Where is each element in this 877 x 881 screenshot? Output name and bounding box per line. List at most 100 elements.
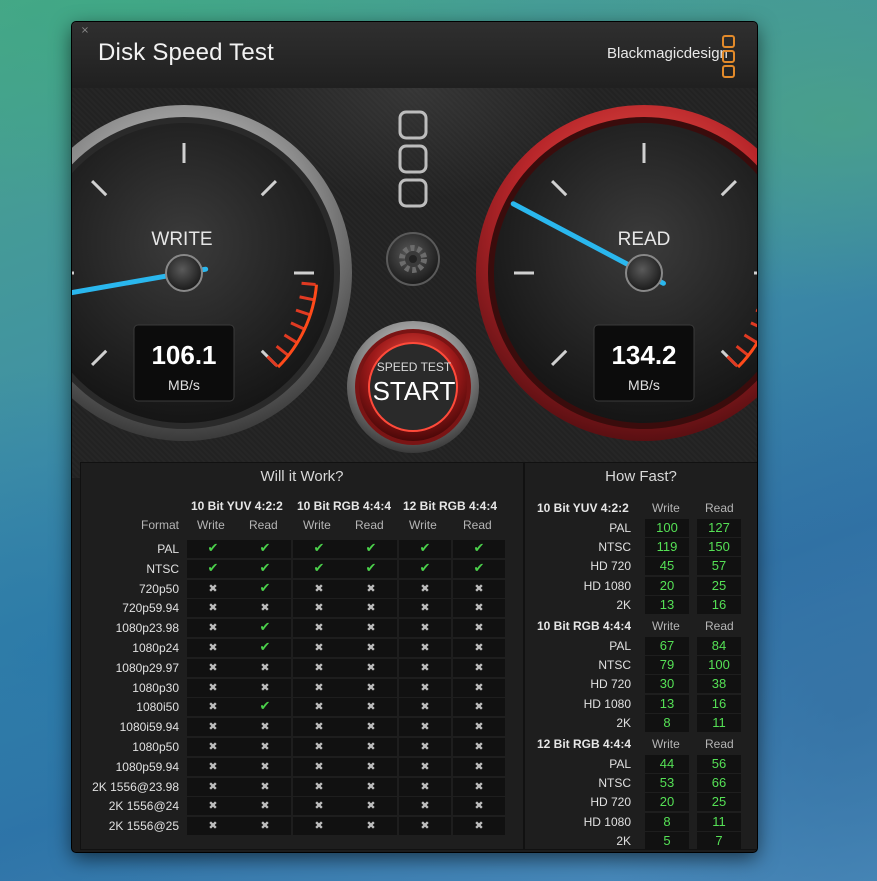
- write-gauge-label: WRITE: [151, 229, 212, 250]
- speed-read-header: Read: [705, 737, 734, 751]
- speed-format-label: NTSC: [598, 776, 631, 791]
- cross-icon: ✖: [293, 738, 345, 756]
- cross-icon: ✖: [239, 658, 291, 677]
- cross-icon: ✖: [453, 579, 505, 598]
- speed-write-value: 45: [645, 557, 689, 576]
- read-speed-value: 134.2: [611, 340, 676, 370]
- cross-icon: ✖: [239, 599, 291, 618]
- cross-icon: ✖: [239, 777, 291, 796]
- cross-icon: ✖: [293, 698, 345, 717]
- speed-write-value: 13: [645, 694, 689, 713]
- format-label: 1080i59.94: [119, 720, 179, 735]
- format-label: 1080i50: [136, 700, 179, 715]
- speed-format-label: NTSC: [598, 658, 631, 673]
- speed-write-value: 100: [645, 519, 689, 537]
- speed-read-header: Read: [705, 619, 734, 633]
- cross-icon: ✖: [345, 639, 397, 657]
- check-icon: ✔: [239, 698, 291, 717]
- cross-icon: ✖: [293, 718, 345, 737]
- read-gauge: READ 134.2 MB/s: [476, 105, 757, 441]
- cross-icon: ✖: [399, 639, 451, 657]
- will-it-work-title: Will it Work?: [260, 468, 344, 485]
- cross-icon: ✖: [399, 738, 451, 756]
- write-speed-unit: MB/s: [168, 377, 200, 393]
- check-icon: ✔: [453, 559, 505, 578]
- group-write-header: Write: [303, 518, 331, 532]
- cross-icon: ✖: [453, 718, 505, 737]
- cross-icon: ✖: [187, 817, 239, 836]
- gauge-area: WRITE 106.1 MB/s READ 134.2 MB/s SPEED T…: [72, 88, 757, 478]
- speed-write-value: 79: [645, 656, 689, 675]
- group-write-header: Write: [197, 518, 225, 532]
- check-icon: ✔: [345, 540, 397, 558]
- cross-icon: ✖: [293, 579, 345, 598]
- cross-icon: ✖: [399, 777, 451, 796]
- format-label: 1080p59.94: [115, 759, 179, 774]
- speed-read-value: 16: [697, 694, 741, 713]
- close-icon[interactable]: ×: [80, 26, 90, 36]
- speed-section-header: 10 Bit YUV 4:2:2: [537, 501, 629, 515]
- gauges-svg: WRITE 106.1 MB/s READ 134.2 MB/s SPEED T…: [72, 105, 757, 453]
- format-label: NTSC: [146, 561, 179, 576]
- speed-write-value: 13: [645, 595, 689, 614]
- speed-write-value: 8: [645, 713, 689, 732]
- cross-icon: ✖: [187, 658, 239, 677]
- format-label: 1080p23.98: [115, 621, 179, 636]
- cross-icon: ✖: [239, 718, 291, 737]
- cross-icon: ✖: [345, 777, 397, 796]
- speed-read-value: 56: [697, 755, 741, 773]
- speed-read-value: 11: [697, 713, 741, 732]
- check-icon: ✔: [293, 540, 345, 558]
- check-icon: ✔: [293, 559, 345, 578]
- speed-write-header: Write: [652, 737, 680, 751]
- disk-speed-test-window: × Disk Speed Test Blackmagicdesign WRITE…: [72, 22, 757, 852]
- cross-icon: ✖: [239, 797, 291, 816]
- cross-icon: ✖: [293, 777, 345, 796]
- read-speed-unit: MB/s: [628, 377, 660, 393]
- cross-icon: ✖: [239, 738, 291, 756]
- start-button[interactable]: SPEED TEST START: [347, 321, 479, 453]
- cross-icon: ✖: [453, 619, 505, 638]
- speed-format-label: HD 720: [590, 677, 631, 692]
- speed-format-label: PAL: [609, 639, 631, 653]
- check-icon: ✔: [239, 579, 291, 598]
- cross-icon: ✖: [293, 599, 345, 618]
- cross-icon: ✖: [399, 718, 451, 737]
- cross-icon: ✖: [239, 757, 291, 776]
- cross-icon: ✖: [453, 777, 505, 796]
- cross-icon: ✖: [293, 757, 345, 776]
- cross-icon: ✖: [399, 658, 451, 677]
- speed-read-value: 25: [697, 576, 741, 595]
- settings-button[interactable]: [386, 232, 440, 286]
- cross-icon: ✖: [345, 797, 397, 816]
- speed-format-label: HD 1080: [583, 696, 631, 711]
- check-icon: ✔: [345, 559, 397, 578]
- cross-icon: ✖: [453, 757, 505, 776]
- cross-icon: ✖: [239, 817, 291, 836]
- speed-write-value: 20: [645, 793, 689, 812]
- speed-write-value: 30: [645, 675, 689, 694]
- cross-icon: ✖: [345, 817, 397, 836]
- speed-read-value: 25: [697, 793, 741, 812]
- write-gauge-hub: [165, 254, 203, 292]
- brand-name: Blackmagicdesign: [607, 45, 728, 62]
- cross-icon: ✖: [187, 777, 239, 796]
- cross-icon: ✖: [187, 599, 239, 618]
- cross-icon: ✖: [453, 698, 505, 717]
- cross-icon: ✖: [453, 678, 505, 697]
- format-label: 2K 1556@23.98: [92, 779, 179, 794]
- cross-icon: ✖: [293, 639, 345, 657]
- cross-icon: ✖: [293, 678, 345, 697]
- check-icon: ✔: [399, 540, 451, 558]
- speed-write-value: 8: [645, 812, 689, 831]
- speed-read-value: 7: [697, 831, 741, 850]
- check-icon: ✔: [239, 619, 291, 638]
- cross-icon: ✖: [453, 639, 505, 657]
- format-label: 1080p50: [132, 740, 179, 754]
- cross-icon: ✖: [239, 678, 291, 697]
- format-label: 720p50: [138, 581, 179, 596]
- cross-icon: ✖: [399, 678, 451, 697]
- cross-icon: ✖: [399, 797, 451, 816]
- cross-icon: ✖: [345, 698, 397, 717]
- format-label: 2K 1556@24: [108, 799, 179, 814]
